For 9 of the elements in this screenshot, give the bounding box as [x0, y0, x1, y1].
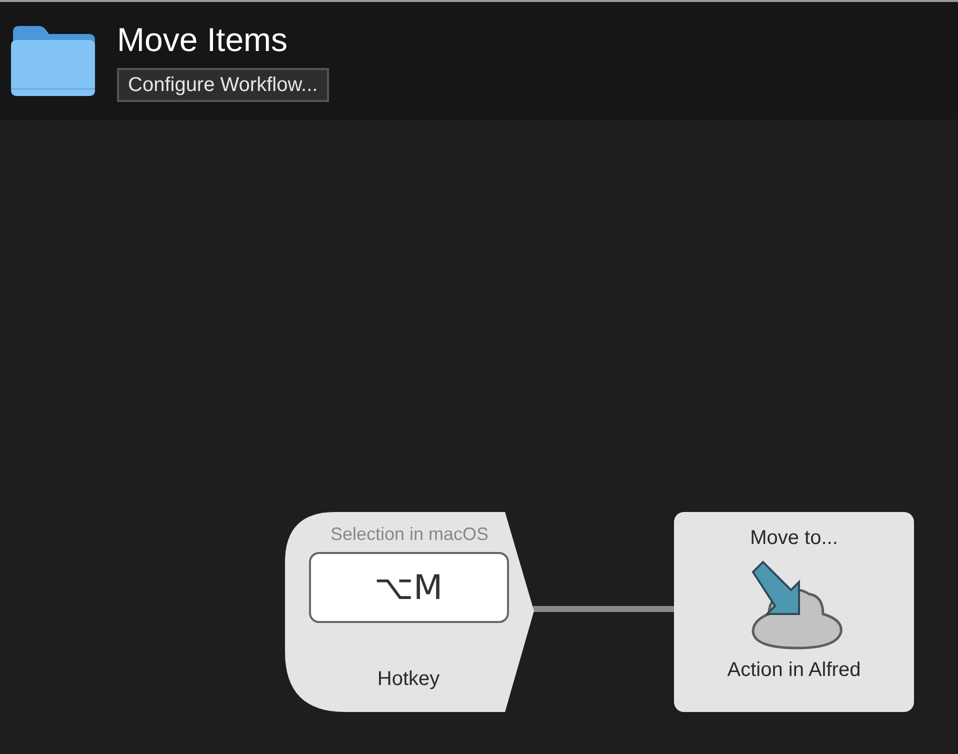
workflow-title: Move Items — [117, 20, 288, 60]
action-node[interactable]: Move to... Action in Alfred — [674, 512, 914, 712]
node-title: Move to... — [750, 526, 838, 550]
folder-icon — [9, 24, 97, 98]
node-label: Action in Alfred — [727, 658, 861, 682]
configure-workflow-button[interactable]: Configure Workflow... — [117, 68, 329, 102]
node-label: Hotkey — [377, 667, 440, 691]
hotkey-field: ⌥M — [308, 552, 508, 623]
node-subtitle: Selection in macOS — [330, 523, 489, 546]
